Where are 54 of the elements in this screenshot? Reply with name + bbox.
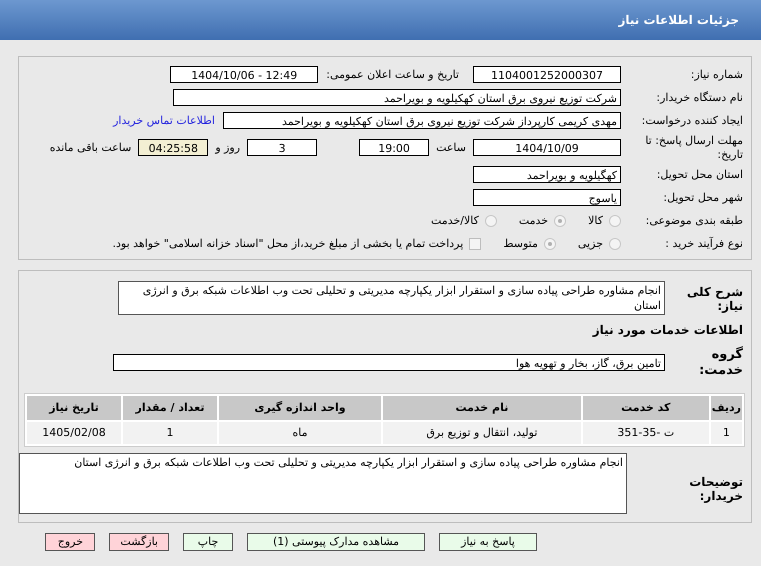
action-button[interactable]: چاپ bbox=[183, 532, 233, 551]
deadline-time-field: 19:00 bbox=[359, 139, 430, 156]
table-cell: 1 bbox=[710, 422, 742, 444]
action-button[interactable]: مشاهده مدارک پیوستی (1) bbox=[247, 532, 425, 551]
process-radio[interactable]: متوسط bbox=[503, 237, 556, 250]
category-radio[interactable]: خدمت bbox=[518, 214, 566, 227]
need-number-field: 1104001252000307 bbox=[473, 66, 621, 83]
table-cell: ت -35-351 bbox=[582, 422, 709, 444]
field-label: شرح کلی نیاز: bbox=[686, 285, 744, 314]
action-button[interactable]: بازگشت bbox=[109, 532, 169, 551]
description-textarea[interactable]: انجام مشاوره طراحی پیاده سازی و استقرار ابزار یکپارچه مدیریتی و تحلیلی تحت وب اطلاعات شبکه برق و انرژی استان bbox=[118, 281, 665, 315]
treasury-checkbox[interactable]: پرداخت تمام یا بخشی از مبلغ خرید،از محل "اسناد خزانه اسلامی" خواهد بود. bbox=[112, 237, 482, 250]
field-label: تاریخ و ساعت اعلان عمومی: bbox=[325, 68, 460, 81]
deadline-date-field: 1404/10/09 bbox=[473, 139, 621, 156]
table-cell: 1 bbox=[123, 422, 217, 444]
remaining-time-field: 04:25:58 bbox=[138, 139, 208, 156]
service-group-field: تامین برق، گاز، بخار و تهویه هوا bbox=[113, 354, 665, 372]
action-button[interactable]: خروج bbox=[45, 532, 96, 551]
field-label: نام دستگاه خریدار: bbox=[655, 90, 744, 104]
category-radio[interactable]: کالا/خدمت bbox=[431, 214, 497, 227]
action-button[interactable]: پاسخ به نیاز bbox=[439, 532, 537, 551]
column-header: نام خدمت bbox=[383, 396, 581, 420]
category-radio[interactable]: کالا bbox=[588, 214, 621, 227]
field-label: طبقه بندی موضوعی: bbox=[644, 214, 744, 228]
process-radio[interactable]: جزیی bbox=[578, 237, 621, 250]
days-label: روز و bbox=[214, 141, 242, 154]
field-label: ایجاد کننده درخواست: bbox=[640, 114, 744, 128]
buyer-name-field: شرکت توزیع نیروی برق استان کهکیلویه و بویراحمد bbox=[173, 89, 621, 106]
field-label: نوع فرآیند خرید : bbox=[664, 236, 744, 250]
field-label: شماره نیاز: bbox=[690, 68, 744, 82]
field-label: شهر محل تحویل: bbox=[662, 190, 744, 204]
table-cell: ماه bbox=[219, 422, 381, 444]
city-field: یاسوج bbox=[473, 189, 621, 206]
days-field: 3 bbox=[247, 139, 318, 156]
announce-date-field: 1404/10/06 - 12:49 bbox=[170, 66, 318, 83]
column-header: تعداد / مقدار bbox=[123, 396, 217, 420]
field-label: توضیحات خریدار: bbox=[688, 474, 744, 504]
remaining-label: ساعت باقی مانده bbox=[48, 141, 132, 154]
table-cell: تولید، انتقال و توزیع برق bbox=[383, 422, 581, 444]
section-heading: اطلاعات خدمات مورد نیاز bbox=[592, 323, 744, 338]
time-label: ساعت bbox=[435, 141, 467, 154]
requester-field: مهدی کریمی کارپرداز شرکت توزیع نیروی برق استان کهکیلویه و بویراحمد bbox=[223, 112, 621, 129]
field-label: مهلت ارسال پاسخ: تا تاریخ: bbox=[644, 134, 744, 161]
column-header: ردیف bbox=[710, 396, 742, 420]
field-label: گروه خدمت: bbox=[698, 347, 744, 379]
field-label: استان محل تحویل: bbox=[656, 168, 744, 182]
page-title: جزئیات اطلاعات نیاز bbox=[618, 13, 739, 27]
column-header: کد خدمت bbox=[582, 396, 709, 420]
province-field: کهگیلویه و بویراحمد bbox=[473, 166, 621, 183]
table-cell: 1405/02/08 bbox=[27, 422, 121, 444]
buyer-contact-link[interactable]: اطلاعات تماس خریدار bbox=[113, 114, 219, 127]
column-header: تاریخ نیاز bbox=[27, 396, 121, 420]
column-header: واحد اندازه گیری bbox=[219, 396, 381, 420]
buyer-notes-textarea[interactable]: انجام مشاوره طراحی پیاده سازی و استقرار ابزار یکپارچه مدیریتی و تحلیلی تحت وب اطلاعات شبکه برق و انرژی استان bbox=[19, 452, 627, 514]
